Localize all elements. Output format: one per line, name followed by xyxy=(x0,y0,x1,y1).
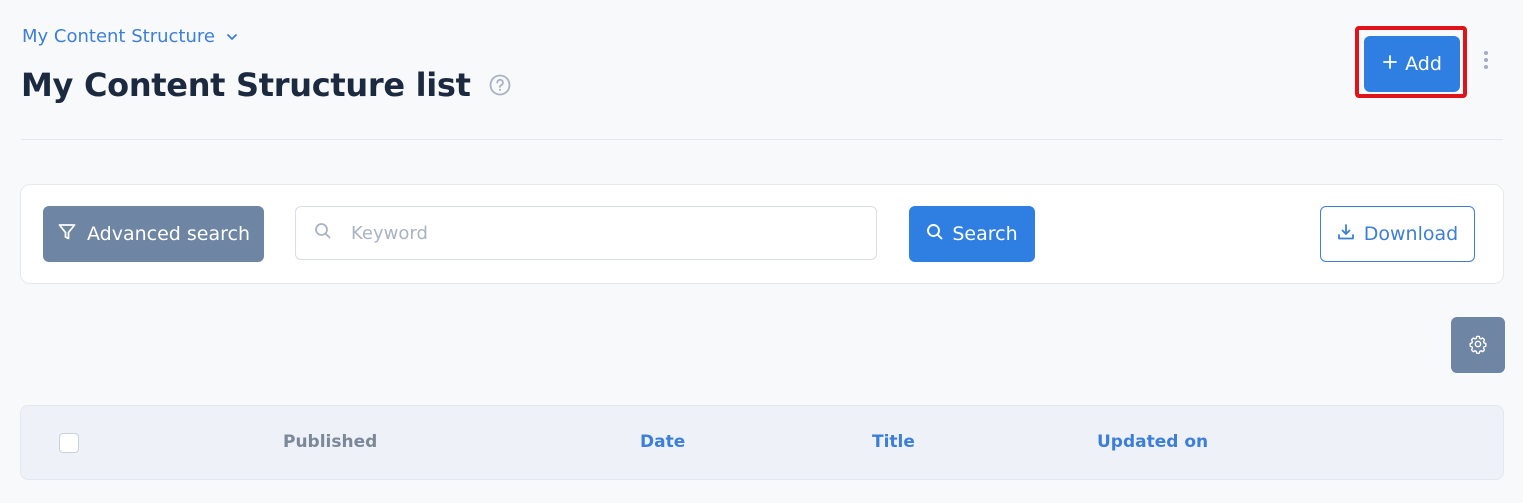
header-divider xyxy=(21,139,1503,140)
help-icon[interactable] xyxy=(489,74,511,96)
table-header: Published Date Title Updated on xyxy=(20,405,1504,480)
column-header-title[interactable]: Title xyxy=(872,432,915,452)
add-button[interactable]: Add xyxy=(1364,36,1460,92)
column-header-date[interactable]: Date xyxy=(640,432,685,452)
plus-icon xyxy=(1382,53,1398,75)
keyword-field[interactable] xyxy=(295,206,877,260)
search-icon xyxy=(314,222,332,244)
advanced-search-label: Advanced search xyxy=(86,223,250,245)
page-title: My Content Structure list xyxy=(21,66,471,104)
search-icon xyxy=(926,223,944,246)
add-button-label: Add xyxy=(1405,53,1442,75)
download-icon xyxy=(1337,223,1355,246)
advanced-search-button[interactable]: Advanced search xyxy=(43,206,264,262)
column-header-published: Published xyxy=(283,432,378,452)
chevron-down-icon xyxy=(225,30,239,44)
page-title-row: My Content Structure list xyxy=(21,66,511,104)
keyword-input[interactable] xyxy=(349,221,833,245)
download-button-label: Download xyxy=(1363,223,1459,245)
breadcrumb[interactable]: My Content Structure xyxy=(22,26,239,47)
search-button[interactable]: Search xyxy=(909,206,1035,262)
filter-icon xyxy=(57,222,77,247)
column-header-updated-on[interactable]: Updated on xyxy=(1097,432,1208,452)
table-settings-button[interactable] xyxy=(1451,317,1505,373)
search-button-label: Search xyxy=(952,223,1018,245)
download-button[interactable]: Download xyxy=(1320,206,1475,262)
select-all-checkbox[interactable] xyxy=(59,433,79,453)
more-options-icon[interactable] xyxy=(1476,48,1496,72)
breadcrumb-label: My Content Structure xyxy=(22,26,215,47)
gear-icon xyxy=(1468,334,1488,357)
search-card: Advanced search Search Download xyxy=(20,184,1504,284)
